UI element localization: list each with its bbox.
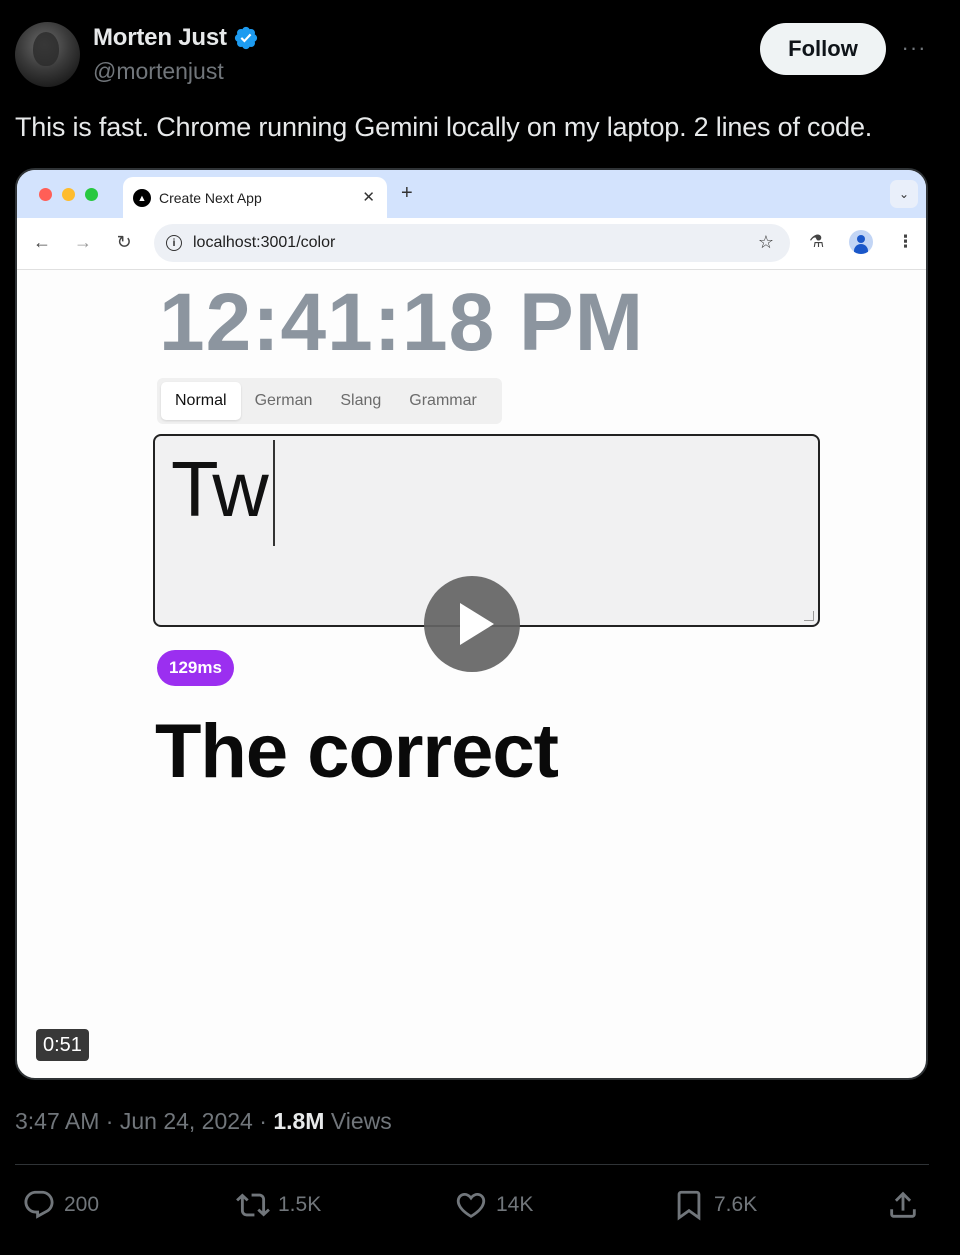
tweet-time[interactable]: 3:47 AM: [15, 1108, 99, 1134]
repost-icon: [236, 1193, 270, 1217]
site-info-icon: i: [166, 235, 182, 251]
heart-icon: [456, 1192, 486, 1218]
tweet-meta: 3:47 AM · Jun 24, 2024 · 1.8M Views: [15, 1108, 392, 1134]
resize-grip-icon: [804, 611, 814, 621]
reply-icon: [24, 1190, 54, 1219]
tab-slang: Slang: [340, 392, 382, 409]
divider: [15, 1164, 929, 1165]
views-count: 1.8M: [273, 1108, 325, 1134]
labs-flask-icon: ⚗: [809, 232, 825, 251]
views-label: Views: [330, 1108, 392, 1134]
tab-grammar: Grammar: [409, 392, 477, 409]
repost-button[interactable]: 1.5K: [236, 1186, 321, 1224]
tweet-date[interactable]: Jun 24, 2024: [120, 1108, 253, 1134]
more-options-icon[interactable]: ···: [898, 34, 930, 62]
bookmark-count: 7.6K: [714, 1193, 758, 1216]
tab-search-chevron-icon: ⌄: [890, 180, 918, 208]
latency-badge: 129ms: [157, 650, 234, 686]
browser-tab: ▲ Create Next App ✕: [123, 177, 387, 218]
nextjs-logo-icon: ▲: [133, 188, 151, 207]
author-handle[interactable]: @mortenjust: [93, 58, 224, 85]
address-bar: i localhost:3001/color ☆: [154, 224, 790, 262]
verified-badge-icon: [234, 26, 257, 50]
play-icon[interactable]: [424, 576, 520, 672]
forward-arrow-icon: →: [74, 232, 92, 252]
text-caret: [273, 440, 275, 546]
bookmark-star-icon: ☆: [757, 232, 774, 252]
author-name[interactable]: Morten Just: [93, 24, 259, 52]
window-zoom-dot: [85, 188, 98, 201]
tab-close-icon: ✕: [362, 189, 375, 206]
bookmark-icon: [677, 1190, 701, 1221]
like-button[interactable]: 14K: [454, 1186, 533, 1224]
reload-icon: ↻: [116, 232, 132, 252]
author-display-name[interactable]: Morten Just: [93, 24, 227, 52]
completion-result: The correct: [155, 709, 559, 794]
profile-avatar-icon: [849, 230, 873, 254]
browser-tab-title: Create Next App: [159, 189, 262, 206]
share-icon: [890, 1191, 916, 1218]
tab-normal: Normal: [161, 382, 241, 420]
bookmark-button[interactable]: 7.6K: [672, 1186, 757, 1224]
window-minimize-dot: [62, 188, 75, 201]
avatar[interactable]: [15, 22, 80, 87]
mode-tabs: Normal German Slang Grammar: [157, 378, 502, 424]
video-player[interactable]: ▲ Create Next App ✕ + ⌄ ← → ↻ i localhos…: [15, 168, 928, 1080]
window-close-dot: [39, 188, 52, 201]
tweet-text: This is fast. Chrome running Gemini loca…: [15, 112, 873, 142]
video-duration-badge: 0:51: [36, 1029, 89, 1061]
share-button[interactable]: [886, 1186, 920, 1224]
browser-menu-icon: ⋮: [897, 232, 914, 251]
browser-tab-strip: ▲ Create Next App ✕ + ⌄: [17, 170, 926, 218]
text-input-value: Tw: [171, 445, 269, 533]
repost-count: 1.5K: [278, 1193, 322, 1216]
browser-toolbar: ← → ↻ i localhost:3001/color ☆ ⚗ ⋮: [17, 218, 926, 270]
address-bar-url: localhost:3001/color: [193, 234, 336, 251]
reply-count: 200: [64, 1193, 100, 1216]
clock-display: 12:41:18 PM: [159, 277, 645, 368]
back-arrow-icon: ←: [33, 232, 51, 252]
new-tab-icon: +: [401, 182, 413, 204]
like-count: 14K: [496, 1193, 534, 1216]
follow-button[interactable]: Follow: [760, 23, 886, 75]
tab-german: German: [254, 392, 313, 409]
reply-button[interactable]: 200: [22, 1186, 99, 1224]
